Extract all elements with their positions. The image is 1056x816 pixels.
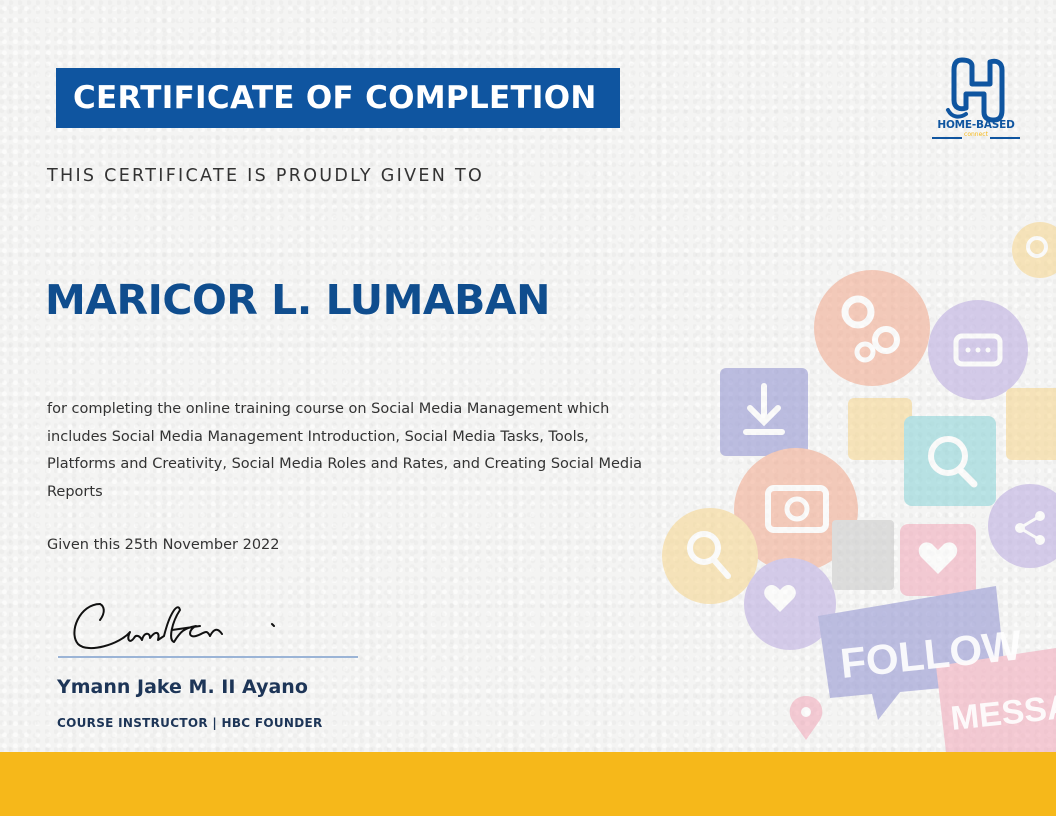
- instructor-role: COURSE INSTRUCTOR | HBC FOUNDER: [57, 716, 323, 730]
- logo-name: HOME-BASED: [937, 119, 1015, 131]
- signature-scribble: [73, 603, 275, 650]
- recipient-name: MARICOR L. LUMABAN: [45, 276, 550, 324]
- settings-gear-icon: [814, 270, 930, 386]
- search-square-icon: [904, 416, 996, 506]
- instructor-name: Ymann Jake M. II Ayano: [57, 676, 308, 698]
- search-bubble-icon: [1012, 222, 1056, 278]
- location-pin-icon: [789, 696, 823, 740]
- signature-line: [58, 656, 358, 658]
- given-to-label: THIS CERTIFICATE IS PROUDLY GIVEN TO: [47, 166, 485, 186]
- social-media-collage: FOLLOW MESSAG: [662, 222, 1056, 752]
- date-line: Given this 25th November 2022: [47, 537, 280, 553]
- certificate-title: CERTIFICATE OF COMPLETION: [56, 68, 620, 128]
- bottom-accent-bar: [0, 752, 1056, 816]
- magnifier-bubble-icon: [662, 508, 758, 604]
- logo-sub: connect: [964, 131, 988, 138]
- music-icon: [848, 398, 912, 460]
- course-description: for completing the online training cours…: [47, 401, 642, 500]
- photo-icon: [832, 520, 894, 590]
